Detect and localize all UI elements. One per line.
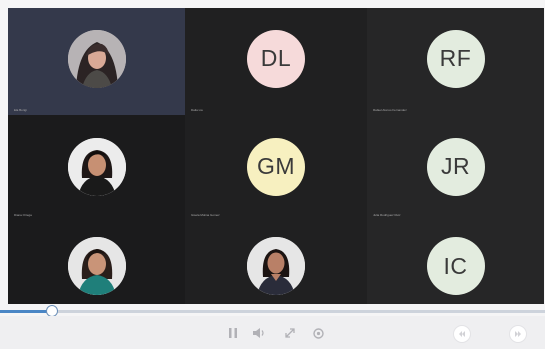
avatar xyxy=(67,29,126,88)
avatar xyxy=(67,237,126,295)
participant-tile[interactable]: JR Julia Rodriguez Ruiz xyxy=(367,115,544,220)
avatar-initials: IC xyxy=(443,252,468,279)
participant-tile[interactable]: IC xyxy=(367,220,544,304)
participant-tile[interactable]: Diana Ortega xyxy=(8,115,185,220)
avatar: RF xyxy=(426,29,485,88)
forward-icon[interactable] xyxy=(509,325,527,343)
avatar-initials: GM xyxy=(256,153,296,179)
player-controls xyxy=(0,316,545,349)
seek-bar[interactable] xyxy=(0,305,545,317)
participant-name: Gisela Molina Gomez xyxy=(191,213,220,217)
participant-tile[interactable]: DL Dalia Lia xyxy=(185,8,367,115)
participant-tile[interactable]: RF Rafael Alonso Fernandez xyxy=(367,8,544,115)
participant-name: Diana Ortega xyxy=(14,213,32,217)
avatar: IC xyxy=(426,237,485,295)
participant-tile[interactable]: GM Gisela Molina Gomez xyxy=(185,115,367,220)
video-player: Ela Borigi DL Dalia Lia RF Rafael Alonso… xyxy=(0,0,545,349)
avatar-initials: RF xyxy=(439,45,472,71)
participant-name: Rafael Alonso Fernandez xyxy=(373,108,407,112)
avatar: GM xyxy=(247,137,305,196)
rewind-icon[interactable] xyxy=(453,325,471,343)
avatar xyxy=(247,237,305,295)
expand-icon[interactable] xyxy=(283,326,297,340)
volume-icon[interactable] xyxy=(252,326,266,340)
avatar-initials: JR xyxy=(440,153,471,179)
participant-tile[interactable]: Ela Borigi xyxy=(8,8,185,115)
avatar xyxy=(67,137,126,196)
participant-grid: Ela Borigi DL Dalia Lia RF Rafael Alonso… xyxy=(8,8,544,304)
participant-name: Dalia Lia xyxy=(191,108,203,112)
seek-track[interactable] xyxy=(0,310,545,313)
pause-icon[interactable] xyxy=(226,326,240,340)
participant-name: Julia Rodriguez Ruiz xyxy=(373,213,401,217)
participant-name: Ela Borigi xyxy=(14,108,27,112)
gear-icon[interactable] xyxy=(311,326,325,340)
seek-progress xyxy=(0,310,52,313)
avatar: JR xyxy=(426,137,485,196)
avatar: DL xyxy=(247,29,305,88)
participant-tile[interactable] xyxy=(8,220,185,304)
participant-tile[interactable] xyxy=(185,220,367,304)
avatar-initials: DL xyxy=(260,45,292,71)
